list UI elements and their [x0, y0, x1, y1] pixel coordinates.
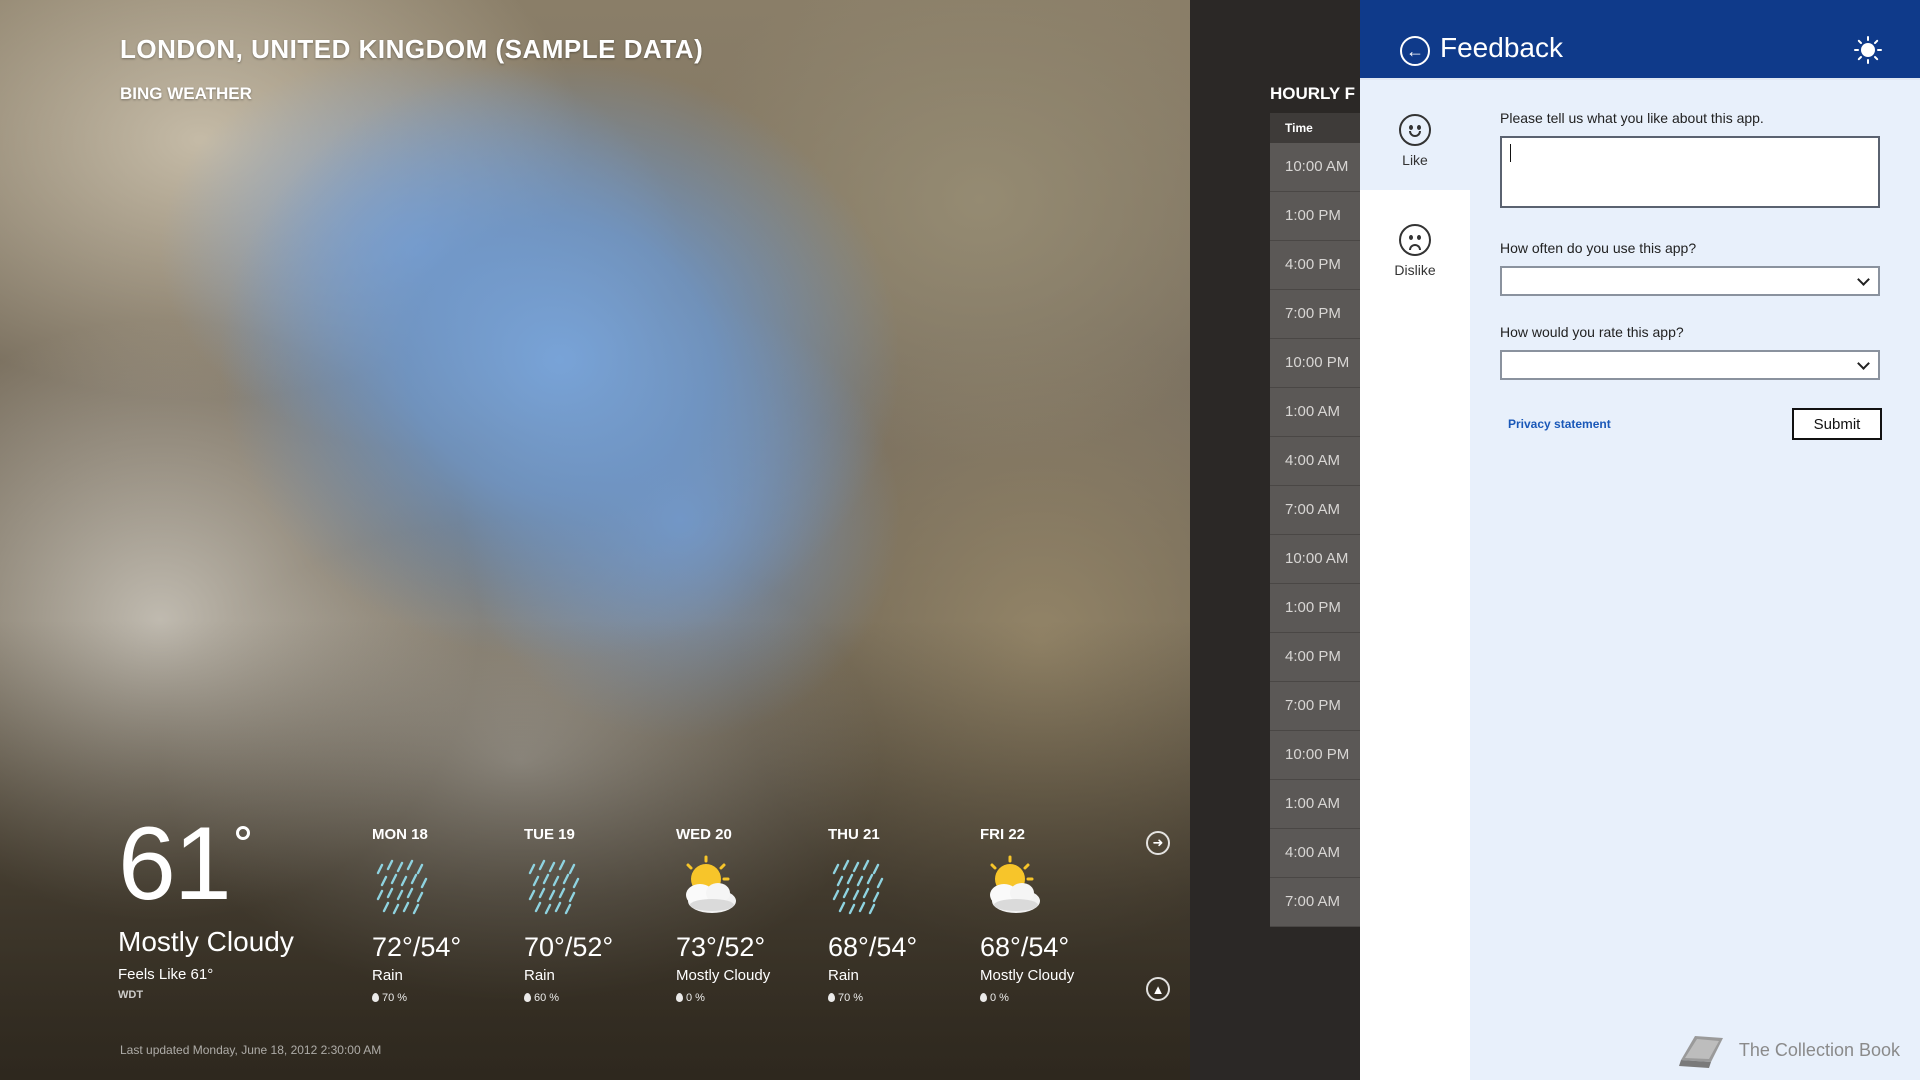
forecast-precip: 60 % — [524, 992, 676, 1004]
table-row[interactable]: 7:00 AM — [1270, 486, 1360, 535]
daily-forecast: MON 18 72°/54° Rain 70 % TUE 19 70°/52° … — [372, 826, 1132, 1004]
forecast-day-name: FRI 22 — [980, 826, 1026, 843]
hourly-forecast-title: HOURLY F — [1270, 84, 1356, 103]
forecast-condition: Mostly Cloudy — [980, 967, 1075, 984]
feels-like: Feels Like 61° — [118, 966, 214, 983]
drop-icon — [524, 993, 531, 1002]
next-arrow-button[interactable]: ➜ — [1146, 831, 1170, 855]
forecast-precip: 70 % — [372, 992, 524, 1004]
last-updated: Last updated Monday, June 18, 2012 2:30:… — [120, 1043, 382, 1057]
forecast-precip: 0 % — [676, 992, 828, 1004]
form-actions: Privacy statement Submit — [1500, 408, 1882, 440]
table-row[interactable]: 4:00 AM — [1270, 829, 1360, 878]
drop-icon — [828, 993, 835, 1002]
table-row[interactable]: 10:00 PM — [1270, 731, 1360, 780]
rain-icon — [528, 859, 580, 915]
rain-icon — [376, 859, 428, 915]
table-row[interactable]: 4:00 AM — [1270, 437, 1360, 486]
app-brand: BING WEATHER — [120, 84, 252, 103]
feedback-pane: ← Feedback Like Dislike Please tell us w… — [1360, 0, 1920, 1080]
forecast-condition: Mostly Cloudy — [676, 967, 771, 984]
watermark: The Collection Book — [1675, 1020, 1900, 1080]
partly-cloudy-icon — [990, 855, 1040, 913]
drop-icon — [676, 993, 683, 1002]
forecast-day[interactable]: TUE 19 70°/52° Rain 60 % — [524, 826, 676, 1004]
forecast-precip: 0 % — [980, 992, 1132, 1004]
table-row[interactable]: 4:00 PM — [1270, 633, 1360, 682]
forecast-day[interactable]: WED 20 73°/52° Mostly Cloudy 0 % — [676, 826, 828, 1004]
feedback-title: Feedback — [1440, 32, 1563, 63]
submit-button[interactable]: Submit — [1792, 408, 1882, 440]
forecast-temps: 70°/52° — [524, 932, 614, 962]
text-caret — [1510, 144, 1511, 162]
forecast-day[interactable]: FRI 22 68°/54° Mostly Cloudy 0 % — [980, 826, 1132, 1004]
tab-dislike[interactable]: Dislike — [1360, 190, 1470, 300]
tab-like[interactable]: Like — [1360, 80, 1470, 190]
sun-icon — [1854, 36, 1882, 64]
forecast-day-name: WED 20 — [676, 826, 732, 843]
current-conditions: 61 Mostly Cloudy Feels Like 61° WDT — [118, 812, 358, 1001]
triangle-up-icon: ▲ — [1151, 981, 1165, 997]
weather-station: WDT — [118, 989, 144, 1001]
frown-icon — [1399, 224, 1431, 256]
forecast-condition: Rain — [524, 967, 555, 984]
comment-textarea[interactable] — [1500, 136, 1880, 208]
forecast-day-name: MON 18 — [372, 826, 428, 843]
frequency-select[interactable] — [1500, 266, 1880, 296]
forecast-temps: 68°/54° — [828, 932, 918, 962]
comment-label: Please tell us what you like about this … — [1500, 110, 1764, 126]
table-row[interactable]: 1:00 AM — [1270, 388, 1360, 437]
current-temperature: 61 — [118, 812, 358, 916]
forecast-condition: Rain — [372, 967, 403, 984]
forecast-temps: 72°/54° — [372, 932, 462, 962]
forecast-day[interactable]: MON 18 72°/54° Rain 70 % — [372, 826, 524, 1004]
degree-symbol — [235, 826, 250, 840]
table-row[interactable]: 7:00 AM — [1270, 878, 1360, 927]
forecast-day-name: TUE 19 — [524, 826, 575, 843]
forecast-condition: Rain — [828, 967, 859, 984]
rain-icon — [832, 859, 884, 915]
hourly-table: Time 10:00 AM 1:00 PM 4:00 PM 7:00 PM 10… — [1270, 113, 1360, 927]
drop-icon — [372, 993, 379, 1002]
table-row[interactable]: 10:00 AM — [1270, 143, 1360, 192]
frequency-label: How often do you use this app? — [1500, 240, 1697, 256]
tab-like-label: Like — [1402, 152, 1428, 168]
table-row[interactable]: 7:00 PM — [1270, 290, 1360, 339]
forecast-temps: 68°/54° — [980, 932, 1070, 962]
rating-label: How would you rate this app? — [1500, 324, 1684, 340]
book-icon — [1678, 1036, 1723, 1068]
forecast-day-name: THU 21 — [828, 826, 880, 843]
forecast-day[interactable]: THU 21 68°/54° Rain 70 % — [828, 826, 980, 1004]
chevron-down-icon — [1857, 357, 1870, 370]
table-row[interactable]: 10:00 AM — [1270, 535, 1360, 584]
watermark-text: The Collection Book — [1738, 1039, 1900, 1060]
hourly-column-header: Time — [1270, 113, 1360, 143]
chevron-down-icon — [1857, 273, 1870, 286]
arrow-left-icon: ← — [1406, 40, 1424, 61]
back-button[interactable]: ← — [1400, 36, 1430, 66]
forecast-precip: 70 % — [828, 992, 980, 1004]
table-row[interactable]: 1:00 AM — [1270, 780, 1360, 829]
location-title: LONDON, UNITED KINGDOM (SAMPLE DATA) — [120, 34, 704, 64]
table-row[interactable]: 4:00 PM — [1270, 241, 1360, 290]
privacy-link[interactable]: Privacy statement — [1508, 417, 1611, 431]
smiley-icon — [1399, 114, 1431, 146]
forecast-temps: 73°/52° — [676, 932, 766, 962]
feedback-tabs: Like Dislike — [1360, 80, 1470, 1080]
feedback-header: ← Feedback — [1360, 0, 1920, 80]
current-condition: Mostly Cloudy — [118, 926, 294, 957]
rating-select[interactable] — [1500, 350, 1880, 380]
table-row[interactable]: 1:00 PM — [1270, 192, 1360, 241]
partly-cloudy-icon — [686, 855, 736, 913]
table-row[interactable]: 7:00 PM — [1270, 682, 1360, 731]
drop-icon — [980, 993, 987, 1002]
table-row[interactable]: 1:00 PM — [1270, 584, 1360, 633]
arrow-right-icon: ➜ — [1152, 835, 1164, 850]
scroll-up-button[interactable]: ▲ — [1146, 977, 1170, 1001]
feedback-form: Please tell us what you like about this … — [1500, 110, 1882, 440]
table-row[interactable]: 10:00 PM — [1270, 339, 1360, 388]
tab-dislike-label: Dislike — [1394, 262, 1436, 278]
